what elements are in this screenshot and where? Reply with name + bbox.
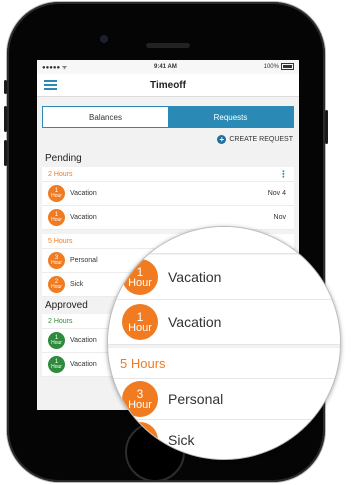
magnifier-lens: urs 1 Hour Vacation 1 Hour Vacation 5 Hour…: [107, 226, 341, 460]
battery-status: 100%: [263, 63, 294, 71]
plus-circle-icon: +: [217, 134, 227, 144]
hours-badge: 3 Hour: [48, 252, 65, 269]
front-camera: [100, 35, 108, 43]
request-type: Sick: [70, 281, 84, 288]
nav-bar: Timeoff: [37, 74, 299, 97]
group-header-label: 2 Hours: [48, 170, 73, 178]
status-time: 9:41 AM: [154, 64, 177, 70]
create-request-button[interactable]: + CREATE REQUEST: [37, 128, 299, 150]
pending-group-card: 2 Hours ⋮ 1 Hour Vacation Nov 4 1 Hour Vac…: [42, 167, 294, 230]
hours-badge: 1 Hour: [48, 332, 65, 349]
zoomed-hours-count: 1: [136, 309, 144, 324]
hours-unit: Hour: [51, 217, 62, 223]
zoomed-group-header: 5 Hours: [108, 348, 340, 379]
zoomed-list-item: 1 Hour Vacation: [108, 255, 340, 300]
create-request-label: CREATE REQUEST: [229, 135, 293, 143]
zoomed-request-type: Vacation: [168, 314, 222, 330]
zoomed-hours-count: 2: [136, 427, 144, 442]
status-bar: ●●●●● ᯤ 9:41 AM 100%: [37, 60, 299, 74]
hours-unit: Hour: [51, 364, 62, 370]
zoomed-hours-badge: 2 Hour: [122, 422, 158, 458]
zoomed-hours-badge: 1 Hour: [122, 259, 158, 295]
request-type: Vacation: [70, 337, 97, 344]
hamburger-menu-icon[interactable]: [44, 80, 57, 90]
group-header-label: 5 Hours: [48, 237, 73, 245]
hours-badge: 2 Hour: [48, 276, 65, 293]
zoomed-group-header-label: 5 Hours: [120, 355, 166, 371]
zoomed-hours-count: 3: [136, 386, 144, 401]
zoomed-group-header-label: urs: [140, 232, 159, 248]
zoomed-hours-badge: 3 Hour: [122, 381, 158, 417]
pending-title: Pending: [45, 153, 82, 164]
zoomed-request-type: Sick: [168, 432, 195, 448]
zoomed-group-header: urs: [108, 227, 340, 254]
group-header: 2 Hours ⋮: [42, 167, 294, 182]
battery-percent: 100%: [263, 64, 279, 71]
tab-segment-control: Balances Requests: [42, 106, 294, 128]
earpiece-speaker: [146, 43, 190, 48]
hours-unit: Hour: [51, 260, 62, 266]
zoomed-hours-badge: 1 Hour: [122, 304, 158, 340]
request-date: Nov 4: [267, 190, 286, 197]
request-type: Vacation: [70, 361, 97, 368]
zoomed-hours-unit: Hour: [128, 276, 152, 289]
zoomed-list-item: 1 Hour Vacation: [108, 300, 340, 345]
zoomed-hours-unit: Hour: [128, 398, 152, 411]
hours-unit: Hour: [51, 193, 62, 199]
zoomed-list-item: 3 Hour Personal: [108, 379, 340, 420]
volume-down-button: [4, 140, 7, 166]
tab-balances[interactable]: Balances: [43, 107, 168, 127]
page-title: Timeoff: [150, 79, 186, 91]
volume-up-button: [4, 106, 7, 132]
hours-badge: 1 Hour: [48, 209, 65, 226]
mute-switch: [4, 80, 7, 94]
more-options-icon[interactable]: ⋮: [279, 169, 288, 180]
zoomed-hours-unit: Hour: [128, 439, 152, 452]
hours-unit: Hour: [51, 284, 62, 290]
request-type: Personal: [70, 257, 98, 264]
power-button: [325, 110, 328, 144]
hours-badge: 1 Hour: [48, 356, 65, 373]
hours-unit: Hour: [51, 340, 62, 346]
hours-badge: 1 Hour: [48, 185, 65, 202]
battery-icon: [280, 63, 294, 71]
zoomed-request-type: Personal: [168, 391, 224, 407]
request-type: Vacation: [70, 190, 97, 197]
request-type: Vacation: [70, 214, 97, 221]
request-date: Nov: [273, 214, 286, 221]
zoomed-request-type: Vacation: [168, 269, 222, 285]
zoomed-hours-count: 1: [136, 264, 144, 279]
group-header-label: 2 Hours: [48, 317, 73, 325]
zoomed-hours-unit: Hour: [128, 321, 152, 334]
list-item[interactable]: 1 Hour Vacation Nov 4: [42, 182, 294, 206]
zoomed-list-item: 2 Hour Sick: [108, 420, 340, 459]
carrier-signal: ●●●●● ᯤ: [42, 65, 68, 71]
tab-requests[interactable]: Requests: [168, 107, 293, 127]
